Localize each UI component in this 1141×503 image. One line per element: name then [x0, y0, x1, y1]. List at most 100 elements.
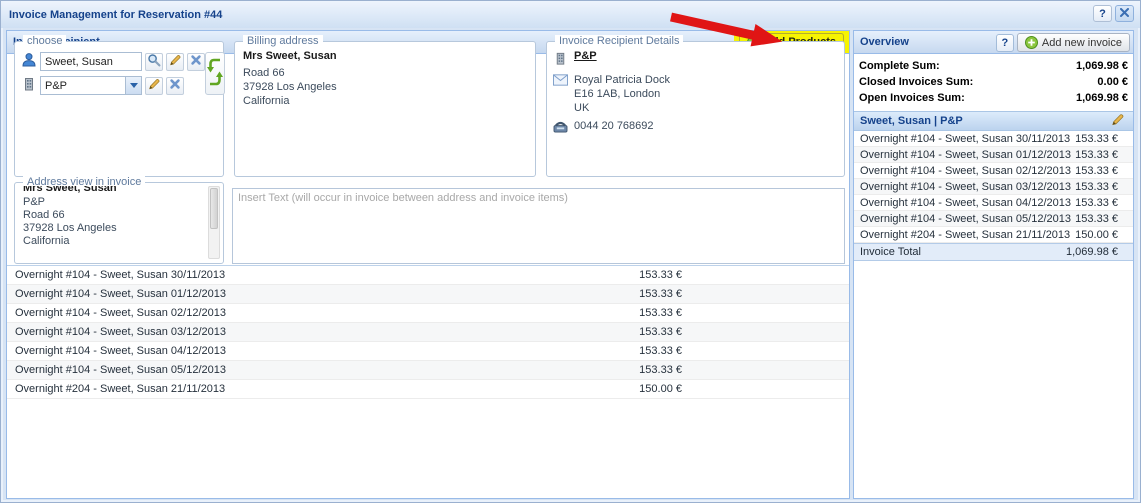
company-select-value: P&P [41, 80, 125, 92]
invoice-item-amount: 150.00 € [1075, 229, 1133, 241]
overview-panel: Overview ? Add new invoice Complete Sum:… [853, 30, 1134, 499]
product-label: Overnight #104 - Sweet, Susan 05/12/2013 [7, 364, 582, 376]
invoice-item-amount: 153.33 € [1075, 165, 1133, 177]
add-new-invoice-button[interactable]: Add new invoice [1017, 33, 1130, 52]
product-amount: 153.33 € [582, 307, 682, 319]
address-view-text[interactable]: Mrs Sweet, Susan P&PRoad 6637928 Los Ang… [19, 186, 205, 259]
guest-clear-button[interactable] [187, 53, 205, 71]
company-clear-button[interactable] [166, 77, 184, 95]
window-help-button[interactable]: ? [1093, 5, 1112, 22]
invoice-subheader[interactable]: Sweet, Susan | P&P [854, 111, 1133, 131]
company-edit-button[interactable] [145, 77, 163, 95]
billing-address-line: California [235, 94, 535, 108]
product-label: Overnight #104 - Sweet, Susan 01/12/2013 [7, 288, 582, 300]
delete-x-icon [190, 54, 202, 69]
building-icon [21, 76, 37, 95]
product-row[interactable]: Overnight #104 - Sweet, Susan 01/12/2013… [7, 285, 849, 304]
delete-x-icon [169, 78, 181, 93]
overview-help-button[interactable]: ? [996, 34, 1014, 52]
product-amount: 153.33 € [582, 364, 682, 376]
invoice-item-label: Overnight #104 - Sweet, Susan 01/12/2013 [854, 149, 1075, 161]
product-amount: 153.33 € [582, 345, 682, 357]
recipient-company-row: P&P [547, 48, 844, 71]
phone-icon [553, 120, 569, 136]
sum-label: Complete Sum: [859, 60, 1076, 72]
company-select[interactable]: P&P [40, 76, 142, 95]
invoice-item-row[interactable]: Overnight #104 - Sweet, Susan 04/12/2013… [854, 195, 1133, 211]
invoice-item-label: Overnight #104 - Sweet, Susan 02/12/2013 [854, 165, 1075, 177]
billing-address-line: 37928 Los Angeles [235, 80, 535, 94]
pencil-icon [147, 77, 161, 94]
invoice-item-row[interactable]: Overnight #104 - Sweet, Susan 30/11/2013… [854, 131, 1133, 147]
sum-value: 1,069.98 € [1076, 92, 1128, 104]
billing-address-fieldset: Billing address Mrs Sweet, Susan Road 66… [234, 41, 536, 177]
invoice-item-label: Overnight #104 - Sweet, Susan 03/12/2013 [854, 181, 1075, 193]
product-row[interactable]: Overnight #104 - Sweet, Susan 03/12/2013… [7, 323, 849, 342]
scrollbar-thumb[interactable] [210, 188, 218, 229]
invoice-sums: Complete Sum: 1,069.98 € Closed Invoices… [854, 54, 1133, 108]
window-title: Invoice Management for Reservation #44 [9, 9, 222, 21]
recipient-phone: 0044 20 768692 [574, 119, 654, 133]
overview-title: Overview [860, 36, 909, 48]
reservation-products-grid: Overnight #104 - Sweet, Susan 30/11/2013… [7, 265, 849, 399]
invoice-total-row: Invoice Total 1,069.98 € [854, 243, 1133, 261]
product-row[interactable]: Overnight #104 - Sweet, Susan 05/12/2013… [7, 361, 849, 380]
invoice-subheader-title: Sweet, Susan | P&P [860, 115, 1107, 127]
guest-choose-row [21, 52, 205, 71]
address-view-line: California [19, 235, 205, 248]
invoice-item-label: Overnight #104 - Sweet, Susan 04/12/2013 [854, 197, 1075, 209]
window-close-button[interactable] [1115, 5, 1134, 22]
address-view-name: Mrs Sweet, Susan [19, 186, 205, 196]
sum-row: Closed Invoices Sum: 0.00 € [854, 74, 1133, 90]
billing-address-lines: Road 6637928 Los AngelesCalifornia [235, 66, 535, 108]
add-new-invoice-label: Add new invoice [1042, 37, 1122, 49]
invoice-items-grid: Overnight #104 - Sweet, Susan 30/11/2013… [854, 131, 1133, 243]
sum-row: Complete Sum: 1,069.98 € [854, 58, 1133, 74]
close-icon [1120, 8, 1129, 20]
invoice-item-row[interactable]: Overnight #104 - Sweet, Susan 02/12/2013… [854, 163, 1133, 179]
product-amount: 153.33 € [582, 269, 682, 281]
insert-text-area[interactable] [232, 188, 845, 264]
address-view-line: Road 66 [19, 209, 205, 222]
overview-tools: ? Add new invoice [996, 33, 1130, 52]
invoice-item-amount: 153.33 € [1075, 213, 1133, 225]
recipient-company-link[interactable]: P&P [574, 50, 597, 62]
billing-address-line: Road 66 [235, 66, 535, 80]
swap-arrows-icon [206, 54, 224, 93]
address-view-lines: P&PRoad 6637928 Los AngelesCalifornia [19, 196, 205, 248]
invoice-item-label: Overnight #204 - Sweet, Susan 21/11/2013 [854, 229, 1075, 241]
edit-invoice-button[interactable] [1107, 114, 1127, 129]
product-amount: 153.33 € [582, 326, 682, 338]
pencil-icon [168, 53, 182, 70]
invoice-item-row[interactable]: Overnight #104 - Sweet, Susan 05/12/2013… [854, 211, 1133, 227]
product-label: Overnight #104 - Sweet, Susan 30/11/2013 [7, 269, 582, 281]
recipient-details-legend: Invoice Recipient Details [555, 35, 683, 47]
address-view-line: 37928 Los Angeles [19, 222, 205, 235]
guest-search-button[interactable] [145, 53, 163, 71]
choose-legend: choose [23, 35, 66, 47]
search-icon [147, 53, 161, 70]
product-row[interactable]: Overnight #204 - Sweet, Susan 21/11/2013… [7, 380, 849, 399]
recipient-details-fieldset: Invoice Recipient Details P&P Royal Patr… [546, 41, 845, 177]
recipient-address-line: UK [574, 101, 670, 115]
guest-input[interactable] [40, 52, 142, 71]
guest-edit-button[interactable] [166, 53, 184, 71]
recipient-address-lines: Royal Patricia DockE16 1AB, LondonUK [574, 73, 670, 115]
product-row[interactable]: Overnight #104 - Sweet, Susan 02/12/2013… [7, 304, 849, 323]
product-row[interactable]: Overnight #104 - Sweet, Susan 04/12/2013… [7, 342, 849, 361]
invoice-item-row[interactable]: Overnight #104 - Sweet, Susan 03/12/2013… [854, 179, 1133, 195]
chevron-down-icon[interactable] [125, 77, 141, 94]
invoice-item-amount: 153.33 € [1075, 133, 1133, 145]
sum-label: Closed Invoices Sum: [859, 76, 1097, 88]
product-label: Overnight #104 - Sweet, Susan 02/12/2013 [7, 307, 582, 319]
product-row[interactable]: Overnight #104 - Sweet, Susan 30/11/2013… [7, 266, 849, 285]
address-view-scrollbar[interactable] [208, 186, 220, 259]
choose-fieldset: choose [14, 41, 224, 177]
invoice-item-amount: 153.33 € [1075, 181, 1133, 193]
address-view-line: P&P [19, 196, 205, 209]
swap-guest-company-button[interactable] [205, 52, 225, 95]
recipient-address-row: Royal Patricia DockE16 1AB, LondonUK [547, 71, 844, 117]
invoice-item-row[interactable]: Overnight #104 - Sweet, Susan 01/12/2013… [854, 147, 1133, 163]
invoice-item-row[interactable]: Overnight #204 - Sweet, Susan 21/11/2013… [854, 227, 1133, 243]
company-choose-row: P&P [21, 76, 184, 95]
